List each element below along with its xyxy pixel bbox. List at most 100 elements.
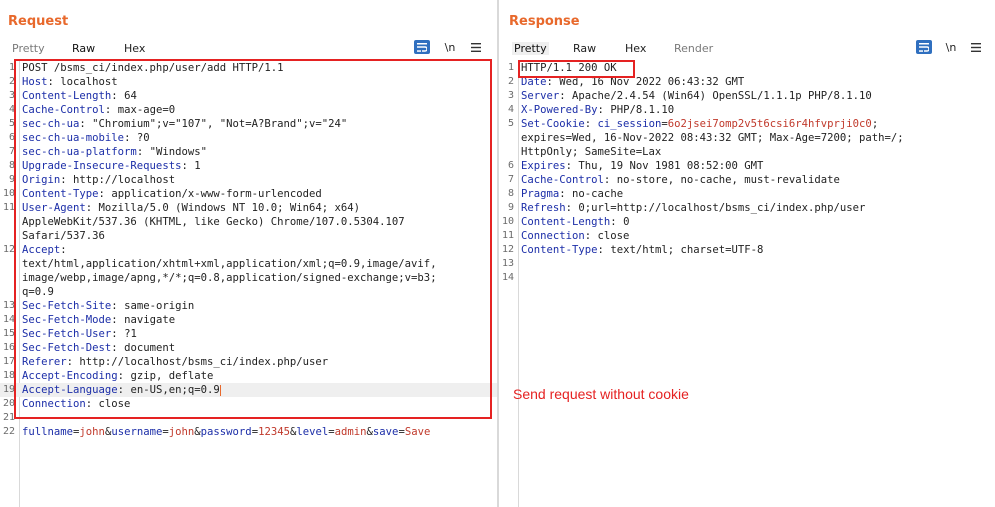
- line-content: expires=Wed, 16-Nov-2022 08:43:32 GMT; M…: [521, 131, 904, 145]
- line-content: Set-Cookie: ci_session=6o2jsei7omp2v5t6c…: [521, 117, 878, 131]
- param-name: username: [111, 426, 163, 438]
- wrap-lines-icon[interactable]: [414, 40, 430, 54]
- line-number: 10: [501, 216, 514, 227]
- line-number: 16: [2, 342, 15, 353]
- request-tab-raw[interactable]: Raw: [72, 42, 95, 55]
- line-text: expires=Wed, 16-Nov-2022 08:43:32 GMT; M…: [521, 132, 904, 144]
- colon-separator: :: [597, 104, 611, 116]
- line-number: 7: [507, 174, 514, 185]
- param-value: 12345: [258, 426, 290, 438]
- param-value: john: [168, 426, 195, 438]
- param-name: fullname: [22, 426, 74, 438]
- response-editor[interactable]: 1 HTTP/1.1 200 OK 2 Date: Wed, 16 Nov 2022 …: [499, 61, 995, 285]
- line-number: 21: [2, 412, 15, 423]
- line-number: 19: [2, 384, 15, 395]
- line-content: Pragma: no-cache: [521, 187, 623, 201]
- line-number: 9: [8, 174, 15, 185]
- line-number: 10: [2, 188, 15, 199]
- code-line: 10 Content-Length: 0: [499, 215, 995, 229]
- line-number: 13: [501, 258, 514, 269]
- code-line: 14: [499, 271, 995, 285]
- header-name: Set-Cookie: [521, 118, 585, 130]
- colon-separator: :: [559, 90, 573, 102]
- code-line: 9 Refresh: 0;url=http://localhost/bsms_ci…: [499, 201, 995, 215]
- wrap-lines-icon[interactable]: [916, 40, 932, 54]
- header-value: text/html; charset=UTF-8: [610, 244, 764, 256]
- line-number: 3: [8, 90, 15, 101]
- line-number: 8: [507, 188, 514, 199]
- header-value: no-store, no-cache, must-revalidate: [616, 174, 840, 186]
- colon-separator: :: [584, 230, 598, 242]
- header-value: no-cache: [572, 188, 624, 200]
- line-number: 15: [2, 328, 15, 339]
- line-content: Refresh: 0;url=http://localhost/bsms_ci/…: [521, 201, 865, 215]
- line-number: 14: [501, 272, 514, 283]
- header-name: Content-Type: [521, 244, 598, 256]
- code-line: HttpOnly; SameSite=Lax: [499, 145, 995, 159]
- line-number: 18: [2, 370, 15, 381]
- line-text: HttpOnly; SameSite=Lax: [521, 146, 662, 158]
- header-name: Content-Length: [521, 216, 611, 228]
- line-number: 8: [8, 160, 15, 171]
- request-body-line: 22 fullname=john&username=john&password=1…: [0, 425, 497, 439]
- response-tab-render[interactable]: Render: [674, 42, 713, 55]
- colon-separator: :: [584, 118, 598, 130]
- header-name: Server: [521, 90, 560, 102]
- header-value: PHP/8.1.10: [610, 104, 675, 116]
- colon-separator: :: [603, 174, 617, 186]
- line-content: HttpOnly; SameSite=Lax: [521, 145, 661, 159]
- code-line: 4 X-Powered-By: PHP/8.1.10: [499, 103, 995, 117]
- line-number: 12: [501, 244, 514, 255]
- request-title: Request: [8, 14, 69, 29]
- code-line: 12 Content-Type: text/html; charset=UTF-8: [499, 243, 995, 257]
- line-number: 1: [507, 62, 514, 73]
- response-tab-hex[interactable]: Hex: [625, 42, 646, 55]
- header-name: Cache-Control: [521, 174, 604, 186]
- line-number: 5: [8, 118, 15, 129]
- header-name: Refresh: [521, 202, 566, 214]
- colon-separator: :: [559, 188, 573, 200]
- header-name: Expires: [521, 160, 566, 172]
- line-content: X-Powered-By: PHP/8.1.10: [521, 103, 674, 117]
- header-name: Connection: [521, 230, 585, 242]
- param-value: john: [79, 426, 105, 438]
- param-name: password: [200, 426, 252, 438]
- line-number: 3: [507, 90, 514, 101]
- line-number: 12: [2, 244, 15, 255]
- param-value: Save: [404, 426, 431, 438]
- line-content: fullname=john&username=john&password=123…: [22, 425, 430, 439]
- status-line-highlight-box: [518, 60, 635, 78]
- cookie-value: 6o2jsei7omp2v5t6csi6r4hfvprji0c0: [667, 118, 872, 130]
- code-line: 3 Server: Apache/2.4.54 (Win64) OpenSSL/1…: [499, 89, 995, 103]
- colon-separator: :: [565, 160, 579, 172]
- line-number: 17: [2, 356, 15, 367]
- newline-toggle-icon[interactable]: \n: [442, 40, 458, 54]
- request-pane: Request Pretty Raw Hex \n 1 POST /bsms_ci…: [0, 0, 497, 507]
- colon-separator: :: [610, 216, 624, 228]
- colon-separator: :: [565, 202, 579, 214]
- request-headers-highlight-box: [14, 59, 492, 419]
- line-content: Cache-Control: no-store, no-cache, must-…: [521, 173, 840, 187]
- code-line: expires=Wed, 16-Nov-2022 08:43:32 GMT; M…: [499, 131, 995, 145]
- line-content: Expires: Thu, 19 Nov 1981 08:52:00 GMT: [521, 159, 763, 173]
- line-number: 4: [8, 104, 15, 115]
- line-number: 9: [507, 202, 514, 213]
- line-number: 13: [2, 300, 15, 311]
- header-value: Thu, 19 Nov 1981 08:52:00 GMT: [578, 160, 764, 172]
- code-line: 7 Cache-Control: no-store, no-cache, must…: [499, 173, 995, 187]
- response-tab-pretty[interactable]: Pretty: [512, 42, 549, 55]
- newline-toggle-icon[interactable]: \n: [943, 40, 959, 54]
- request-tab-pretty[interactable]: Pretty: [12, 42, 45, 55]
- line-content: Server: Apache/2.4.54 (Win64) OpenSSL/1.…: [521, 89, 872, 103]
- annotation-note: Send request without cookie: [513, 386, 689, 402]
- header-value: 0: [623, 216, 630, 228]
- line-number: 7: [8, 146, 15, 157]
- line-number: 20: [2, 398, 15, 409]
- line-number: 2: [8, 76, 15, 87]
- line-number: 11: [501, 230, 514, 241]
- response-tab-raw[interactable]: Raw: [573, 42, 596, 55]
- hamburger-menu-icon[interactable]: [968, 40, 984, 54]
- request-tab-hex[interactable]: Hex: [124, 42, 145, 55]
- hamburger-menu-icon[interactable]: [468, 40, 484, 54]
- header-value: 0;url=http://localhost/bsms_ci/index.php…: [578, 202, 866, 214]
